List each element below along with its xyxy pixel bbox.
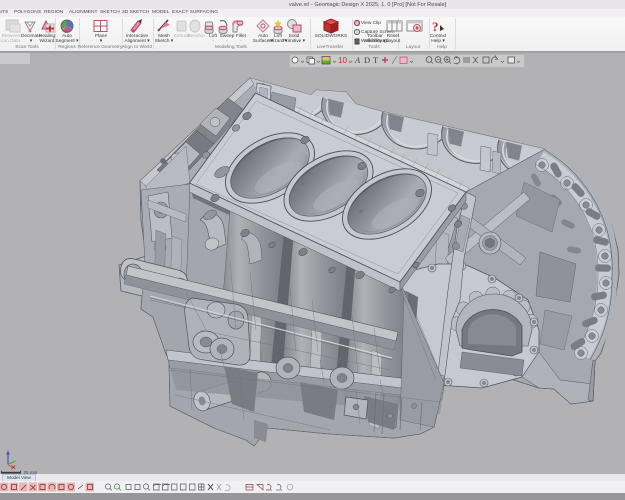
svg-text:A: A bbox=[354, 55, 361, 65]
svg-text:?: ? bbox=[432, 19, 439, 34]
svg-text:D: D bbox=[364, 55, 370, 65]
svg-text:T: T bbox=[373, 55, 379, 65]
svg-text:10: 10 bbox=[338, 56, 347, 65]
